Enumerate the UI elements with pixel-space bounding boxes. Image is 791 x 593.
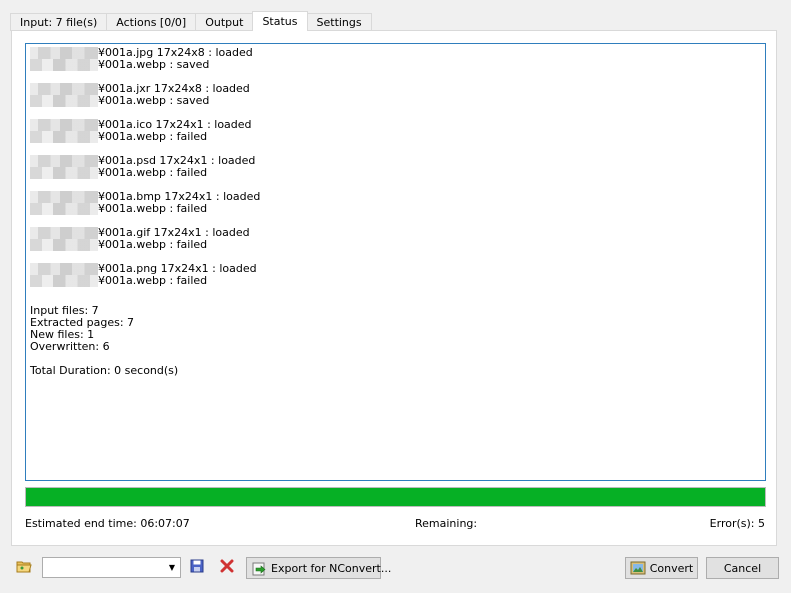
folder-open-icon xyxy=(16,559,32,576)
status-panel: ¥001a.jpg 17x24x8 : loaded ¥001a.webp : s… xyxy=(11,30,777,546)
export-nconvert-label: Export for NConvert... xyxy=(271,561,392,575)
delete-icon xyxy=(220,559,234,576)
redacted-path xyxy=(30,227,98,239)
log-entry: ¥001a.jxr 17x24x8 : loaded ¥001a.webp : s… xyxy=(30,83,765,107)
save-icon xyxy=(190,559,204,576)
tab-output[interactable]: Output xyxy=(195,13,254,31)
remaining-label: Remaining: xyxy=(415,517,478,530)
cancel-label: Cancel xyxy=(723,561,762,575)
log-entry: ¥001a.bmp 17x24x1 : loaded ¥001a.webp : f… xyxy=(30,191,765,215)
log-line: ¥001a.webp : failed xyxy=(30,239,765,251)
log-entry: ¥001a.png 17x24x1 : loaded ¥001a.webp : f… xyxy=(30,263,765,287)
progress-bar xyxy=(25,487,766,507)
log-line: ¥001a.webp : failed xyxy=(30,275,765,287)
delete-preset-button[interactable] xyxy=(217,557,237,577)
cancel-button[interactable]: Cancel xyxy=(706,557,779,579)
log-text: ¥001a.webp : failed xyxy=(98,166,208,179)
log-line: ¥001a.webp : saved xyxy=(30,95,765,107)
redacted-path xyxy=(30,83,98,95)
log-text: ¥001a.webp : saved xyxy=(98,94,210,107)
redacted-path xyxy=(30,275,98,287)
log-entry: ¥001a.psd 17x24x1 : loaded ¥001a.webp : f… xyxy=(30,155,765,179)
tab-settings[interactable]: Settings xyxy=(306,13,372,31)
open-folder-button[interactable] xyxy=(14,557,34,577)
convert-label: Convert xyxy=(649,561,694,575)
convert-icon xyxy=(630,561,646,575)
log-text: ¥001a.webp : failed xyxy=(98,238,208,251)
redacted-path xyxy=(30,239,98,251)
log-text: ¥001a.webp : failed xyxy=(98,130,208,143)
log-entry: ¥001a.gif 17x24x1 : loaded ¥001a.webp : f… xyxy=(30,227,765,251)
redacted-path xyxy=(30,119,98,131)
convert-button[interactable]: Convert xyxy=(625,557,698,579)
summary-extracted-pages: Extracted pages: 7 xyxy=(30,316,135,329)
estimated-end-time: Estimated end time: 06:07:07 xyxy=(25,517,190,530)
log-entry: ¥001a.ico 17x24x1 : loaded ¥001a.webp : f… xyxy=(30,119,765,143)
redacted-path xyxy=(30,155,98,167)
preset-dropdown[interactable]: ▼ xyxy=(42,557,181,578)
redacted-path xyxy=(30,203,98,215)
log-line: ¥001a.webp : failed xyxy=(30,131,765,143)
tab-bar: Input: 7 file(s) Actions [0/0] Output St… xyxy=(10,11,372,31)
save-preset-button[interactable] xyxy=(187,557,207,577)
log-line: ¥001a.webp : failed xyxy=(30,167,765,179)
export-icon xyxy=(251,560,267,576)
progress-fill xyxy=(26,488,765,506)
tab-status[interactable]: Status xyxy=(252,11,308,31)
chevron-down-icon: ▼ xyxy=(168,563,176,572)
log-line: ¥001a.webp : saved xyxy=(30,59,765,71)
redacted-path xyxy=(30,263,98,275)
summary-overwritten: Overwritten: 6 xyxy=(30,340,110,353)
redacted-path xyxy=(30,95,98,107)
summary-total-duration: Total Duration: 0 second(s) xyxy=(30,364,179,377)
log-text: ¥001a.webp : failed xyxy=(98,202,208,215)
log-entry: ¥001a.jpg 17x24x8 : loaded ¥001a.webp : s… xyxy=(30,47,765,71)
conversion-summary: Input files: 7 Extracted pages: 7 New fi… xyxy=(30,305,765,377)
tab-actions[interactable]: Actions [0/0] xyxy=(106,13,197,31)
redacted-path xyxy=(30,167,98,179)
tab-input[interactable]: Input: 7 file(s) xyxy=(10,13,108,31)
log-text: ¥001a.webp : saved xyxy=(98,58,210,71)
export-nconvert-button[interactable]: Export for NConvert... xyxy=(246,557,391,579)
log-text: ¥001a.webp : failed xyxy=(98,274,208,287)
redacted-path xyxy=(30,191,98,203)
redacted-path xyxy=(30,59,98,71)
summary-new-files: New files: 1 xyxy=(30,328,95,341)
summary-input-files: Input files: 7 xyxy=(30,304,99,317)
log-entries: ¥001a.jpg 17x24x8 : loaded ¥001a.webp : s… xyxy=(30,47,765,287)
error-count: Error(s): 5 xyxy=(709,517,765,530)
status-log[interactable]: ¥001a.jpg 17x24x8 : loaded ¥001a.webp : s… xyxy=(25,43,766,481)
redacted-path xyxy=(30,47,98,59)
log-line: ¥001a.webp : failed xyxy=(30,203,765,215)
redacted-path xyxy=(30,131,98,143)
